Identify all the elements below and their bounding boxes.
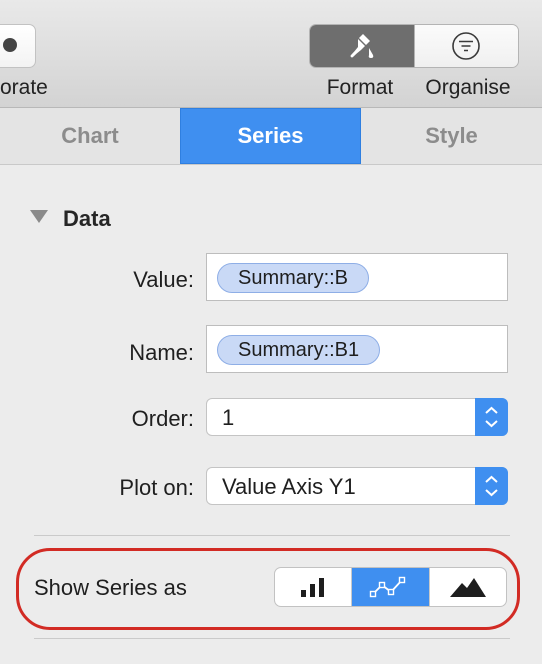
plot-on-label: Plot on: (119, 475, 194, 500)
collaborate-icon (3, 38, 17, 52)
plot-on-stepper[interactable] (475, 467, 508, 505)
name-field[interactable]: Summary::B1 (206, 325, 508, 373)
up-down-chevrons-icon (485, 406, 498, 428)
filter-icon (452, 32, 481, 60)
value-token[interactable]: Summary::B (217, 263, 370, 293)
paintbrush-icon (350, 34, 373, 58)
toolbar: orate Format Organise (0, 0, 542, 108)
inspector-tabs: Chart Series Style (0, 108, 542, 165)
section-divider (34, 535, 510, 536)
tab-style[interactable]: Style (361, 108, 542, 164)
name-token[interactable]: Summary::B1 (217, 335, 381, 365)
value-label: Value: (133, 267, 194, 292)
tab-chart[interactable]: Chart (0, 108, 180, 164)
format-button[interactable] (310, 25, 414, 67)
format-label: Format (326, 76, 394, 99)
collaborate-label: orate (0, 76, 48, 99)
section-title-data: Data (63, 206, 111, 231)
order-label: Order: (131, 406, 194, 431)
format-organise-segmented-control (309, 24, 519, 68)
series-panel: Data Value: Summary::B Name: Summary::B1… (0, 165, 542, 664)
order-value: 1 (222, 405, 235, 430)
name-label: Name: (129, 340, 194, 365)
organise-label: Organise (425, 76, 511, 99)
plot-on-popup[interactable]: Value Axis Y1 (206, 467, 508, 505)
order-popup[interactable]: 1 (206, 398, 508, 436)
order-stepper[interactable] (475, 398, 508, 436)
value-field[interactable]: Summary::B (206, 253, 508, 301)
tab-series[interactable]: Series (180, 108, 361, 164)
disclosure-triangle-icon[interactable] (30, 210, 48, 223)
plot-on-value: Value Axis Y1 (222, 474, 356, 499)
organise-button[interactable] (413, 25, 518, 67)
collaborate-button[interactable] (0, 24, 36, 68)
up-down-chevrons-icon (485, 475, 498, 497)
show-series-highlight-annotation (16, 548, 520, 630)
section-divider (34, 638, 510, 639)
